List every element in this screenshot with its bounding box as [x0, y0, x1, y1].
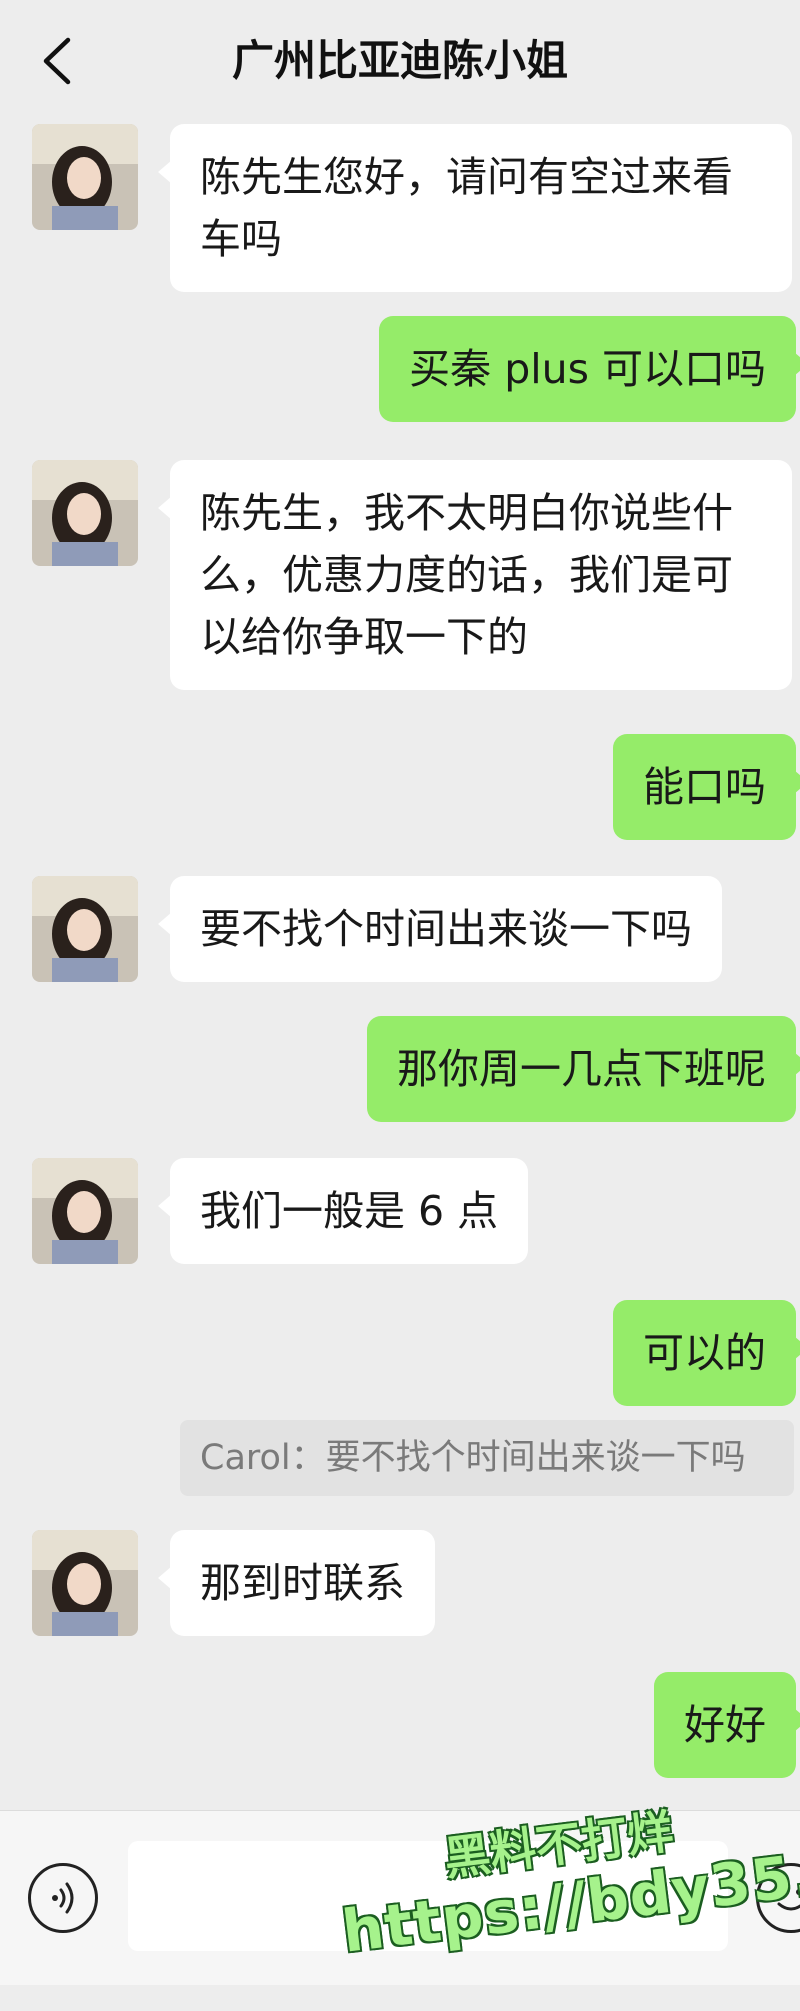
voice-icon[interactable] [28, 1863, 98, 1933]
chat-header: 广州比亚迪陈小姐 [0, 0, 800, 122]
input-bar [0, 1810, 800, 1985]
message-input[interactable] [128, 1841, 728, 1951]
emoji-icon[interactable] [756, 1863, 800, 1933]
contact-avatar[interactable] [32, 1158, 138, 1264]
contact-avatar[interactable] [32, 876, 138, 982]
message-bubble-incoming[interactable]: 要不找个时间出来谈一下吗 [158, 876, 722, 982]
message-bubble-outgoing[interactable]: 可以的 [613, 1300, 800, 1406]
message-bubble-outgoing[interactable]: 能口吗 [613, 734, 800, 840]
contact-avatar[interactable] [32, 124, 138, 230]
message-bubble-incoming[interactable]: 那到时联系 [158, 1530, 435, 1636]
message-bubble-outgoing[interactable]: 好好 [654, 1672, 800, 1778]
contact-avatar[interactable] [32, 460, 138, 566]
contact-avatar[interactable] [32, 1530, 138, 1636]
quoted-message[interactable]: Carol：要不找个时间出来谈一下吗 [180, 1420, 794, 1496]
message-bubble-incoming[interactable]: 陈先生，我不太明白你说些什么，优惠力度的话，我们是可以给你争取一下的 [158, 460, 792, 690]
message-bubble-outgoing[interactable]: 那你周一几点下班呢 [367, 1016, 800, 1122]
message-bubble-outgoing[interactable]: 买秦 plus 可以口吗 [379, 316, 800, 422]
message-bubble-incoming[interactable]: 我们一般是 6 点 [157, 1158, 529, 1264]
chat-title: 广州比亚迪陈小姐 [231, 36, 568, 85]
message-bubble-incoming[interactable]: 陈先生您好，请问有空过来看车吗 [158, 124, 792, 292]
